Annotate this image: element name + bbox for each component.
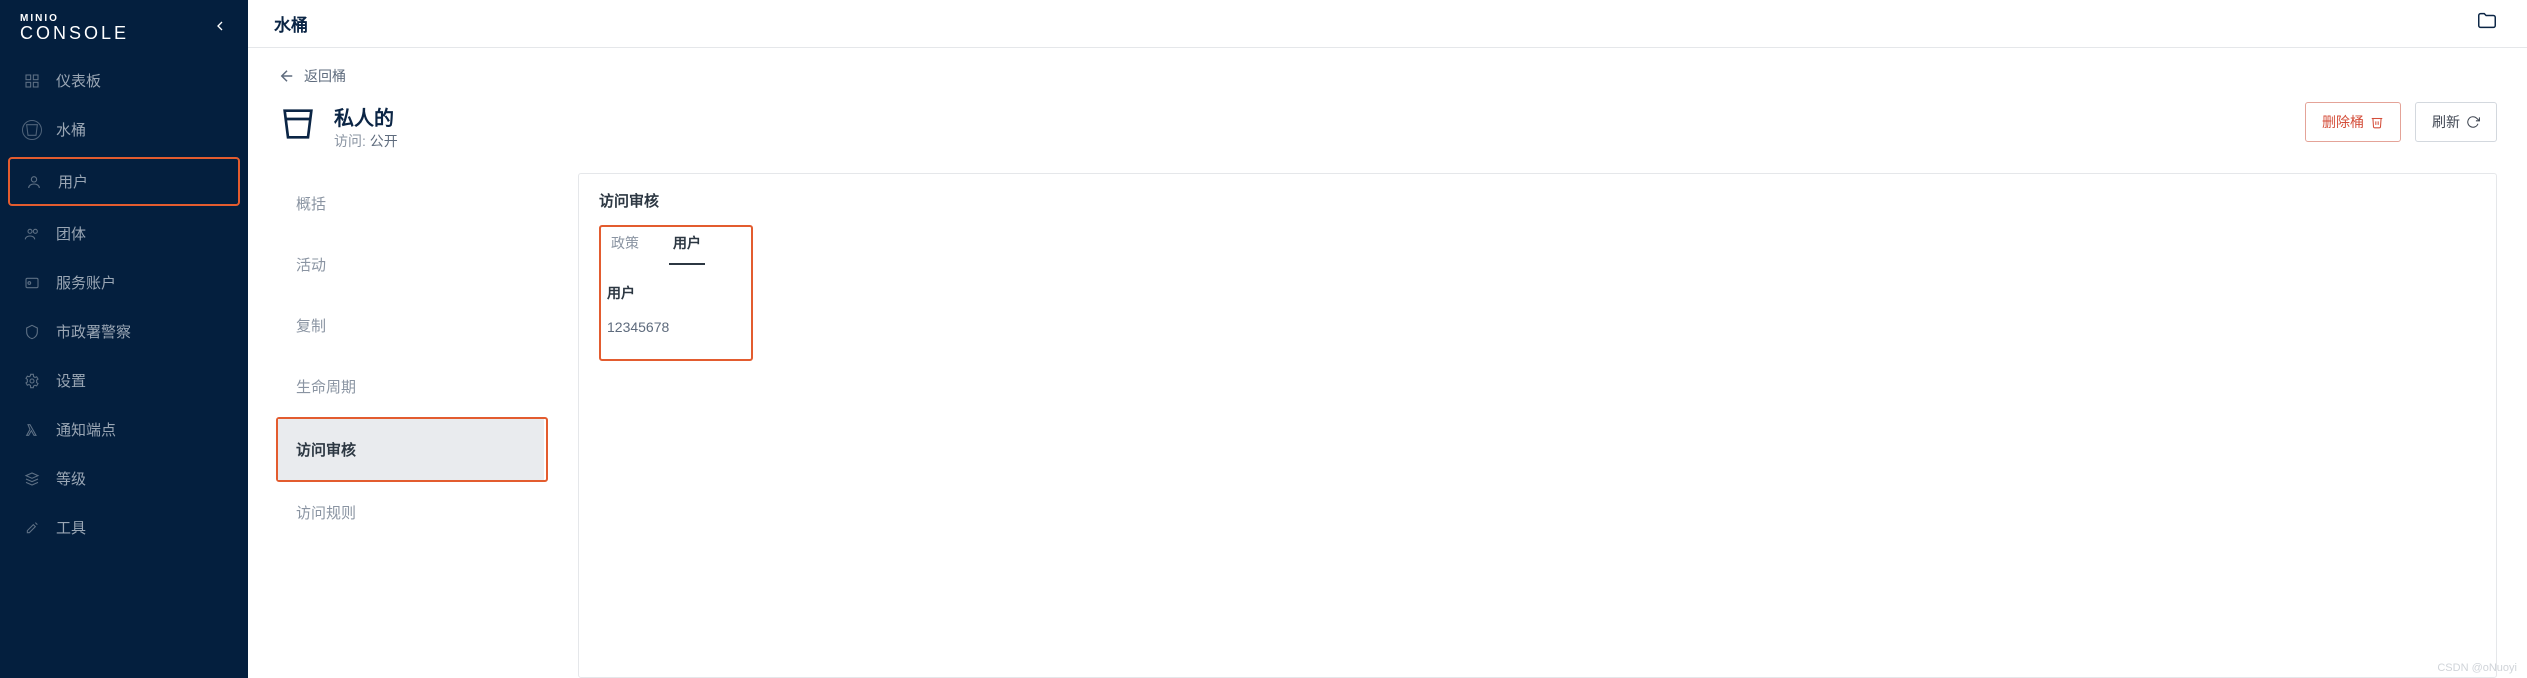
sidebar-item-label: 通知端点	[56, 419, 116, 440]
bucket-name: 私人的	[334, 102, 398, 131]
subtab-summary[interactable]: 概括	[278, 173, 548, 234]
sidebar-item-label: 等级	[56, 468, 86, 489]
sidebar-item-buckets[interactable]: 水桶	[0, 105, 248, 154]
bucket-large-icon	[278, 104, 318, 149]
bucket-icon	[22, 120, 42, 140]
sidebar-item-label: 设置	[56, 370, 86, 391]
sidebar-item-label: 团体	[56, 223, 86, 244]
bucket-title-area: 私人的 访问: 公开	[278, 102, 398, 151]
back-label: 返回桶	[304, 66, 346, 86]
subtab-replication[interactable]: 复制	[278, 295, 548, 356]
sidebar-item-iam[interactable]: 市政署警察	[0, 307, 248, 356]
topbar: 水桶	[248, 0, 2527, 48]
sidebar-header: MINIO CONSOLE	[0, 0, 248, 56]
bucket-access-value: 公开	[370, 133, 398, 149]
group-icon	[22, 224, 42, 244]
subtab-lifecycle[interactable]: 生命周期	[278, 356, 548, 417]
sidebar-item-service-accounts[interactable]: 服务账户	[0, 258, 248, 307]
field-label: 用户	[607, 283, 705, 303]
tools-icon	[22, 518, 42, 538]
dashboard-icon	[22, 71, 42, 91]
tier-icon	[22, 469, 42, 489]
sub-tabs: 概括 活动 复制 生命周期 访问审核 访问规则	[278, 173, 548, 678]
gear-icon	[22, 371, 42, 391]
highlight-subtab: 访问审核	[276, 417, 548, 482]
sidebar: MINIO CONSOLE 仪表板 水桶 用户 团体 服务账户 市政署警察 设置…	[0, 0, 248, 678]
refresh-label: 刷新	[2432, 112, 2460, 132]
content: 返回桶 私人的 访问: 公开 删除桶	[248, 48, 2527, 678]
sidebar-item-tools[interactable]: 工具	[0, 503, 248, 552]
sidebar-item-groups[interactable]: 团体	[0, 209, 248, 258]
bucket-header: 私人的 访问: 公开 删除桶 刷新	[278, 102, 2497, 151]
sidebar-item-dashboard[interactable]: 仪表板	[0, 56, 248, 105]
highlight-inner: 政策 用户 用户 12345678	[599, 225, 753, 361]
field-value: 12345678	[607, 319, 705, 335]
subtab-events[interactable]: 活动	[278, 234, 548, 295]
inner-tab-policy[interactable]: 政策	[607, 227, 643, 265]
main: 水桶 返回桶 私人的 访问: 公开	[248, 0, 2527, 678]
inner-tab-user[interactable]: 用户	[669, 227, 705, 265]
delete-label: 删除桶	[2322, 112, 2364, 132]
panel: 访问审核 政策 用户 用户 12345678	[578, 173, 2497, 678]
action-buttons: 删除桶 刷新	[2305, 102, 2497, 142]
inner-tabs: 政策 用户	[601, 227, 711, 265]
page-title: 水桶	[274, 11, 308, 36]
watermark: CSDN @oNuoyi	[2437, 662, 2517, 674]
collapse-sidebar-button[interactable]	[212, 18, 228, 39]
sidebar-item-lambda[interactable]: 通知端点	[0, 405, 248, 454]
sidebar-item-label: 服务账户	[56, 272, 116, 293]
logo-bottom: CONSOLE	[20, 24, 129, 42]
subtab-access-rules[interactable]: 访问规则	[278, 482, 548, 543]
inner-body: 用户 12345678	[601, 265, 711, 335]
shield-icon	[22, 322, 42, 342]
bucket-access: 访问: 公开	[334, 131, 398, 151]
sidebar-item-label: 工具	[56, 517, 86, 538]
sidebar-item-label: 水桶	[56, 119, 86, 140]
sidebar-item-label: 用户	[58, 171, 88, 192]
bucket-access-label: 访问:	[334, 133, 366, 149]
panel-title: 访问审核	[599, 190, 2476, 211]
refresh-button[interactable]: 刷新	[2415, 102, 2497, 142]
service-account-icon	[22, 273, 42, 293]
user-icon	[24, 172, 44, 192]
sidebar-item-tiers[interactable]: 等级	[0, 454, 248, 503]
sidebar-item-settings[interactable]: 设置	[0, 356, 248, 405]
lambda-icon	[22, 420, 42, 440]
delete-bucket-button[interactable]: 删除桶	[2305, 102, 2401, 142]
sidebar-item-label: 仪表板	[56, 70, 101, 91]
content-body: 概括 活动 复制 生命周期 访问审核 访问规则 访问审核 政策 用户 用户	[278, 173, 2497, 678]
sidebar-item-users[interactable]: 用户	[8, 157, 240, 206]
sidebar-item-label: 市政署警察	[56, 321, 131, 342]
logo: MINIO CONSOLE	[20, 14, 129, 42]
back-link[interactable]: 返回桶	[278, 56, 2497, 102]
object-browser-icon[interactable]	[2473, 10, 2501, 37]
subtab-access-audit[interactable]: 访问审核	[278, 419, 544, 480]
